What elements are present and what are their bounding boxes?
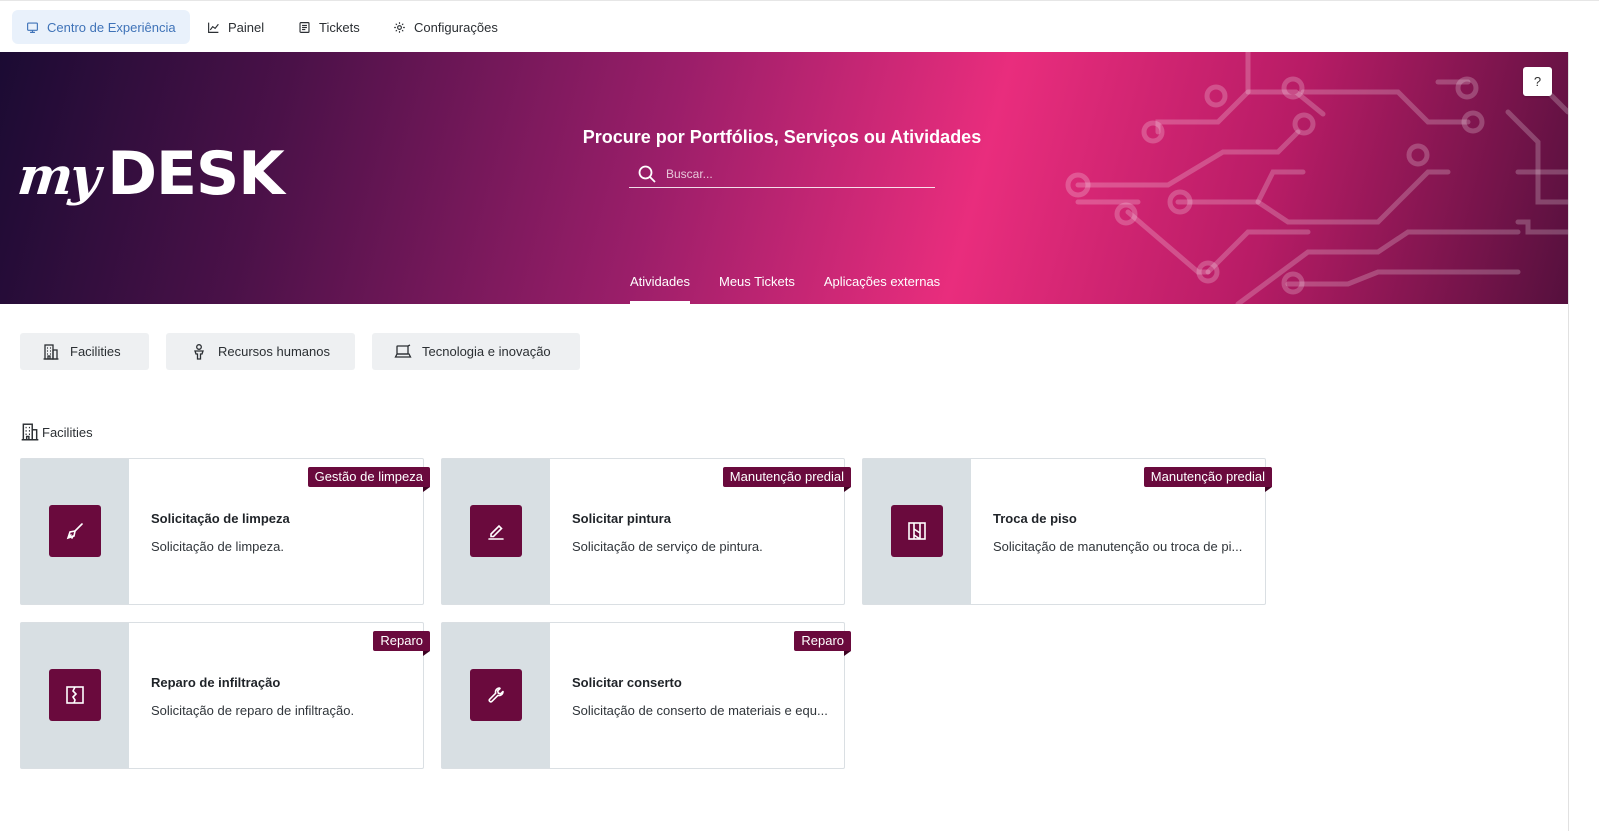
category-facilities[interactable]: Facilities xyxy=(20,333,149,370)
search-bar xyxy=(629,160,935,188)
service-card-pintura[interactable]: Solicitar pintura Solicitação de serviço… xyxy=(441,458,852,605)
service-card-troca-piso[interactable]: Troca de piso Solicitação de manutenção … xyxy=(862,458,1273,605)
gear-icon xyxy=(394,21,405,33)
nav-item-label: Tickets xyxy=(319,19,360,35)
wall-crack-icon xyxy=(66,686,84,704)
right-edge-panel xyxy=(1568,52,1599,831)
category-label: Tecnologia e inovação xyxy=(422,344,551,359)
card-title: Troca de piso xyxy=(993,511,1077,526)
card-title: Solicitação de limpeza xyxy=(151,511,290,526)
broom-icon xyxy=(66,523,83,540)
card-description: Solicitação de reparo de infiltração. xyxy=(151,703,355,718)
hero-title: Procure por Portfólios, Serviços ou Ativ… xyxy=(582,127,982,147)
logo-my: my xyxy=(14,146,101,207)
floor-icon xyxy=(908,522,926,540)
wrench-icon xyxy=(488,687,504,703)
card-tag: Gestão de limpeza xyxy=(307,467,431,492)
nav-item-painel[interactable]: Painel xyxy=(193,10,278,44)
category-label: Recursos humanos xyxy=(218,344,330,359)
card-icon-box xyxy=(49,669,101,721)
category-tecnologia-inovacao[interactable]: Tecnologia e inovação xyxy=(372,333,580,370)
card-icon-box xyxy=(49,505,101,557)
category-recursos-humanos[interactable]: Recursos humanos xyxy=(166,333,355,370)
nav-item-label: Painel xyxy=(228,19,265,35)
tab-meus-tickets[interactable]: Meus Tickets xyxy=(719,274,795,304)
mydesk-logo: my DESK xyxy=(14,139,285,209)
building-icon xyxy=(43,343,59,360)
category-label: Facilities xyxy=(70,344,121,359)
card-title: Reparo de infiltração xyxy=(151,675,281,690)
card-description: Solicitação de conserto de materiais e e… xyxy=(572,703,828,718)
nav-item-tickets[interactable]: Tickets xyxy=(284,10,374,44)
card-tag: Manutenção predial xyxy=(1143,467,1273,492)
top-navigation: Centro de Experiência Painel Tickets Con… xyxy=(0,0,1599,52)
paint-icon xyxy=(488,524,504,540)
card-title: Solicitar pintura xyxy=(572,511,671,526)
nav-item-configuracoes[interactable]: Configurações xyxy=(379,10,512,44)
hero-tabs: Atividades Meus Tickets Aplicações exter… xyxy=(630,274,940,304)
card-description: Solicitação de limpeza. xyxy=(151,539,284,554)
nav-item-label: Configurações xyxy=(414,19,498,35)
card-icon-box xyxy=(470,505,522,557)
section-title: Facilities xyxy=(20,422,93,442)
logo-desk: DESK xyxy=(107,139,284,209)
laptop-icon xyxy=(394,343,412,358)
card-title: Solicitar conserto xyxy=(572,675,682,690)
ticket-list-icon xyxy=(299,21,310,33)
service-card-limpeza[interactable]: Solicitação de limpeza Solicitação de li… xyxy=(20,458,431,605)
help-button[interactable]: ? xyxy=(1523,67,1552,96)
card-description: Solicitação de serviço de pintura. xyxy=(572,539,763,554)
line-chart-icon xyxy=(208,22,219,33)
service-card-conserto[interactable]: Solicitar conserto Solicitação de conser… xyxy=(441,622,851,769)
search-icon xyxy=(638,165,656,183)
card-icon-box xyxy=(470,669,522,721)
nav-item-label: Centro de Experiência xyxy=(47,19,176,35)
nav-item-centro-experiencia[interactable]: Centro de Experiência xyxy=(12,10,190,44)
person-icon xyxy=(194,343,204,360)
card-tag: Reparo xyxy=(794,631,851,656)
card-tag: Manutenção predial xyxy=(722,467,852,492)
section-title-label: Facilities xyxy=(42,424,93,440)
tab-aplicacoes-externas[interactable]: Aplicações externas xyxy=(824,274,940,304)
circuit-pattern xyxy=(1065,52,1568,304)
tab-atividades[interactable]: Atividades xyxy=(630,274,690,304)
card-tag: Reparo xyxy=(373,631,430,656)
building-icon xyxy=(21,423,39,441)
search-input[interactable] xyxy=(666,166,916,181)
monitor-icon xyxy=(27,21,38,33)
service-card-infiltracao[interactable]: Reparo de infiltração Solicitação de rep… xyxy=(20,622,430,769)
card-description: Solicitação de manutenção ou troca de pi… xyxy=(993,539,1243,554)
card-icon-box xyxy=(891,505,943,557)
hero-banner: my DESK Procure por Portfólios, Serviços… xyxy=(0,52,1568,304)
